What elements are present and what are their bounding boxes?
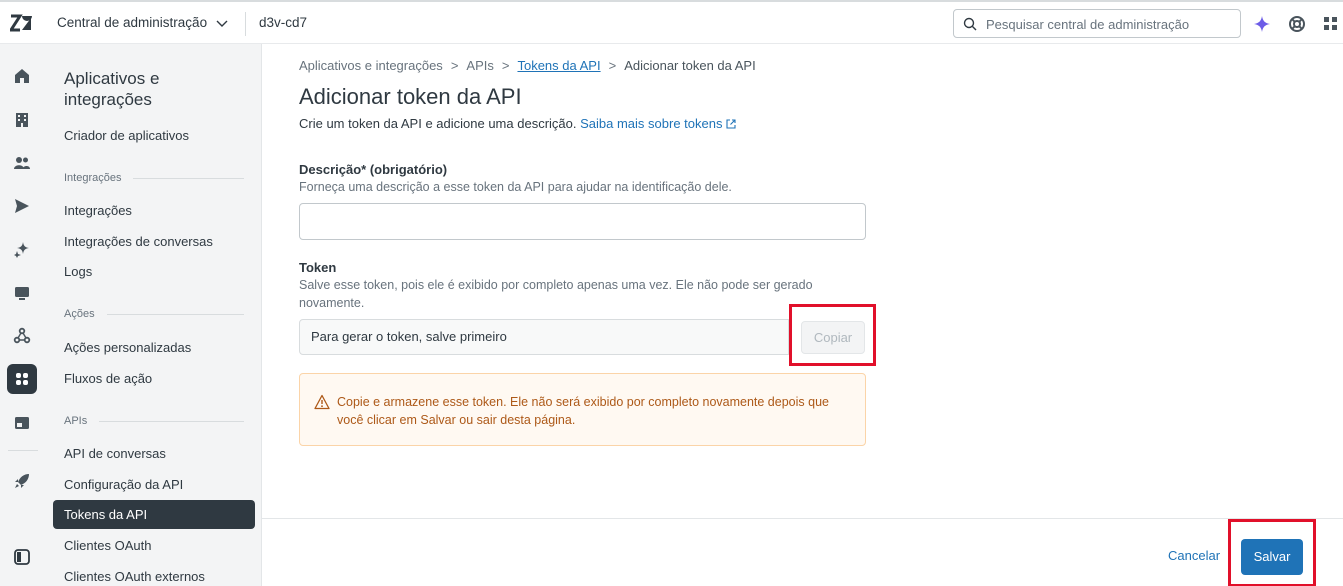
rail-item-people[interactable] <box>11 152 33 174</box>
search-placeholder: Pesquisar central de administração <box>986 17 1190 32</box>
divider <box>245 12 246 36</box>
sidebar-toggle-icon <box>14 549 30 565</box>
nav-item-external-oauth-clients[interactable]: Clientes OAuth externos <box>64 569 205 584</box>
learn-more-label: Saiba mais sobre tokens <box>580 116 723 131</box>
help-icon[interactable] <box>1288 15 1306 33</box>
rail-item-get-started[interactable] <box>11 470 33 492</box>
app-grid-icon[interactable] <box>1322 15 1340 33</box>
rail-item-account[interactable] <box>11 109 33 131</box>
nav-item-api-config[interactable]: Configuração da API <box>64 477 183 492</box>
nav-item-apps-builder[interactable]: Criador de aplicativos <box>64 128 189 143</box>
icon-rail <box>0 44 46 586</box>
footer-bar: Cancelar Salvar <box>262 518 1343 586</box>
nav-group-integrations: Integrações <box>64 172 244 184</box>
rail-item-workspaces[interactable] <box>11 282 33 304</box>
rail-item-billing[interactable] <box>11 412 33 434</box>
product-switcher[interactable]: Central de administração <box>57 15 229 30</box>
zendesk-logo[interactable] <box>10 13 32 33</box>
monitor-icon <box>15 287 29 300</box>
nav-group-label: Integrações <box>64 172 122 184</box>
nav-item-conversations-api[interactable]: API de conversas <box>64 446 166 461</box>
nav-group-label: Ações <box>64 308 95 320</box>
apps-icon <box>16 373 28 385</box>
nav-item-custom-actions[interactable]: Ações personalizadas <box>64 340 191 355</box>
nav-group-actions: Ações <box>64 308 244 320</box>
product-name: Central de administração <box>57 15 208 30</box>
breadcrumb-separator: > <box>450 58 459 73</box>
description-field[interactable] <box>299 203 866 240</box>
subdomain-label: d3v-cd7 <box>259 15 308 30</box>
chevron-down-icon <box>216 20 228 27</box>
rocket-icon <box>15 474 29 488</box>
rail-item-ai[interactable] <box>11 238 33 260</box>
rail-item-collapse[interactable] <box>11 546 33 568</box>
highlight-box <box>789 304 876 366</box>
rail-item-objects[interactable] <box>11 325 33 347</box>
token-label: Token <box>299 260 337 275</box>
breadcrumb-separator: > <box>608 58 617 73</box>
breadcrumb: Aplicativos e integrações > APIs > Token… <box>299 58 756 73</box>
intro-text: Crie um token da API e adicione uma desc… <box>299 116 577 131</box>
nav-item-api-tokens[interactable]: Tokens da API <box>53 500 255 529</box>
breadcrumb-apps-integrations[interactable]: Aplicativos e integrações <box>299 58 443 73</box>
nav-group-apis: APIs <box>64 415 244 427</box>
rail-item-apps-integrations[interactable] <box>7 364 37 394</box>
warning-text: Copie e armazene esse token. Ele não ser… <box>337 395 829 427</box>
cancel-button[interactable]: Cancelar <box>1168 548 1220 563</box>
highlight-box <box>1228 519 1316 586</box>
store-icon <box>15 417 29 429</box>
nav-item-oauth-clients[interactable]: Clientes OAuth <box>64 538 151 553</box>
breadcrumb-current: Adicionar token da API <box>624 58 756 73</box>
nav-title: Aplicativos e integrações <box>64 69 160 109</box>
page-intro: Crie um token da API e adicione uma desc… <box>299 116 736 131</box>
top-bar: Central de administração d3v-cd7 Pesquis… <box>0 0 1343 44</box>
warning-alert: Copie e armazene esse token. Ele não ser… <box>299 373 866 446</box>
building-icon <box>16 113 28 127</box>
search-input[interactable]: Pesquisar central de administração <box>953 9 1241 38</box>
token-hint: Salve esse token, pois ele é exibido por… <box>299 278 813 310</box>
rail-item-home[interactable] <box>11 65 33 87</box>
rail-divider <box>8 450 38 451</box>
nav-item-conversation-integrations[interactable]: Integrações de conversas <box>64 234 213 249</box>
learn-more-link[interactable]: Saiba mais sobre tokens <box>580 116 736 131</box>
nav-item-action-flows[interactable]: Fluxos de ação <box>64 371 152 386</box>
page-title: Adicionar token da API <box>299 84 522 109</box>
secondary-nav: Aplicativos e integrações Criador de apl… <box>46 44 262 586</box>
send-icon <box>15 199 29 213</box>
breadcrumb-apis[interactable]: APIs <box>466 58 493 73</box>
breadcrumb-api-tokens[interactable]: Tokens da API <box>517 58 600 73</box>
main-content: Aplicativos e integrações > APIs > Token… <box>262 44 1343 586</box>
sparkle-icon <box>14 242 29 258</box>
breadcrumb-separator: > <box>501 58 510 73</box>
description-label: Descrição* (obrigatório) <box>299 162 448 177</box>
external-link-icon <box>726 119 736 129</box>
warning-icon <box>314 394 330 410</box>
ai-sparkle-icon[interactable] <box>1253 15 1271 33</box>
rail-item-channels[interactable] <box>11 195 33 217</box>
nav-item-logs[interactable]: Logs <box>64 264 92 279</box>
home-icon <box>15 69 29 83</box>
token-field: Para gerar o token, salve primeiro <box>299 319 789 355</box>
people-icon <box>14 157 30 169</box>
nav-group-label: APIs <box>64 415 88 427</box>
description-hint: Forneça uma descrição a esse token da AP… <box>299 180 732 194</box>
objects-icon <box>13 327 31 344</box>
search-icon <box>963 17 977 31</box>
nav-item-integrations[interactable]: Integrações <box>64 203 132 218</box>
